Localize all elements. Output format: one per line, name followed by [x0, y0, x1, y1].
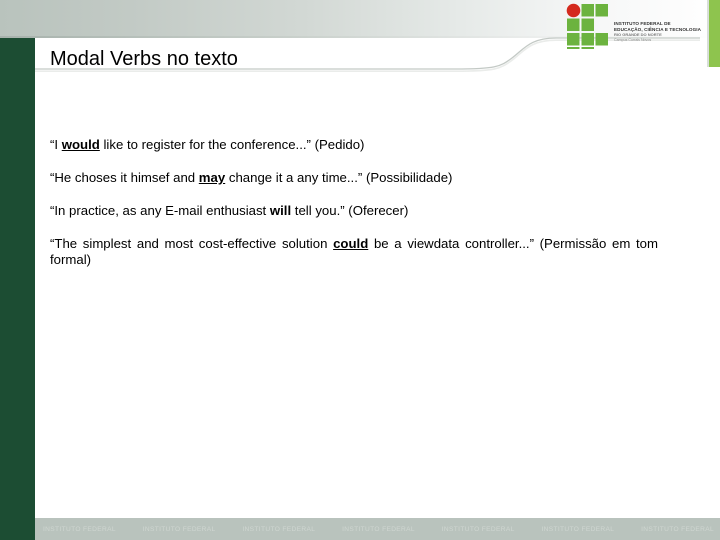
paragraph-text-run: tell you.” (Oferecer) — [291, 203, 409, 218]
footer-sidebar-cap — [0, 518, 35, 540]
bullet-paragraph-3: “In practice, as any E-mail enthusiast w… — [50, 203, 658, 219]
ifrn-logo-text: INSTITUTO FEDERAL DE EDUCAÇÃO, CIÊNCIA E… — [614, 21, 714, 43]
footer-watermark-item: INSTITUTO FEDERAL — [641, 525, 714, 533]
bullet-paragraph-2: “He choses it himsef and may change it a… — [50, 170, 658, 186]
logo-text-line-4: Campus Currais Novos — [614, 37, 652, 42]
modal-verb-keyword: could — [333, 236, 369, 251]
footer-watermark-list: INSTITUTO FEDERAL INSTITUTO FEDERAL INST… — [35, 518, 720, 540]
ifrn-logo: INSTITUTO FEDERAL DE EDUCAÇÃO, CIÊNCIA E… — [566, 3, 714, 53]
paragraph-text-run: like to register for the conference...” … — [99, 137, 365, 152]
paragraph-text-run: “I — [50, 137, 62, 152]
paragraph-text-run: “He choses it himsef and — [50, 170, 199, 185]
modal-verb-keyword: may — [198, 170, 226, 185]
paragraph-text-run: “In practice, as any E-mail enthusiast — [50, 203, 270, 218]
ifrn-logo-mark-icon — [566, 3, 608, 49]
paragraph-text-run: change it a any time...” (Possibilidade) — [225, 170, 453, 185]
footer-watermark-band: INSTITUTO FEDERAL INSTITUTO FEDERAL INST… — [0, 518, 720, 540]
footer-watermark-item: INSTITUTO FEDERAL — [142, 525, 216, 533]
bullet-paragraph-1: “I would like to register for the confer… — [50, 137, 658, 153]
page-title: Modal Verbs no texto — [50, 48, 238, 70]
footer-watermark-item: INSTITUTO FEDERAL — [441, 525, 515, 533]
footer-watermark-item: INSTITUTO FEDERAL — [242, 525, 316, 533]
left-sidebar-accent — [0, 38, 35, 540]
footer-watermark-item: INSTITUTO FEDERAL — [43, 525, 116, 533]
paragraph-text-run: “The simplest and most cost-effective so… — [50, 236, 334, 251]
footer-watermark-item: INSTITUTO FEDERAL — [541, 525, 615, 533]
footer-watermark-item: INSTITUTO FEDERAL — [342, 525, 415, 533]
modal-verb-keyword: will — [269, 203, 292, 218]
bullet-paragraph-4: “The simplest and most cost-effective so… — [50, 236, 658, 268]
slide-body: “I would like to register for the confer… — [50, 137, 658, 268]
modal-verb-keyword: would — [61, 137, 100, 152]
slide-canvas: Modal Verbs no texto INSTITUTO FEDERAL D… — [0, 0, 720, 540]
